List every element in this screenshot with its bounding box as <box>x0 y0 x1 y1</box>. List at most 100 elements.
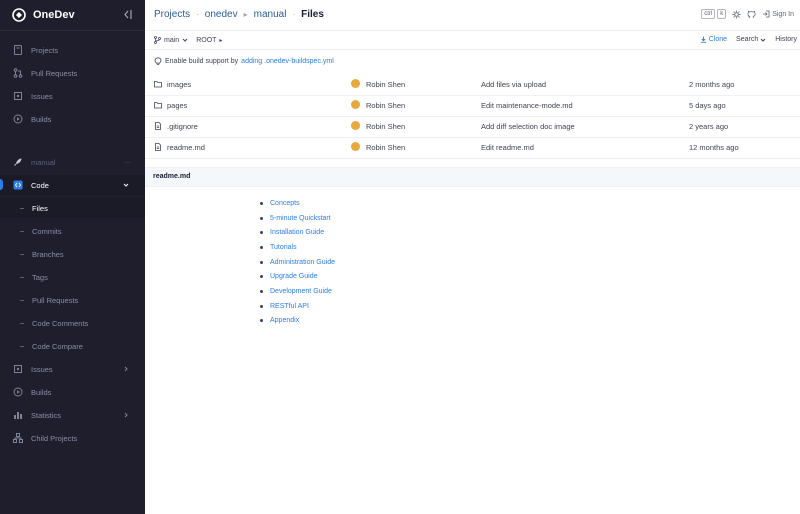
toolbar-right: Clone Search History <box>700 36 797 43</box>
readme-link[interactable]: Appendix <box>260 314 335 329</box>
breadcrumb-projects[interactable]: Projects <box>154 9 190 20</box>
sidebar-item-child-projects[interactable]: Child Projects <box>0 428 145 448</box>
sidebar-item-builds[interactable]: Builds <box>0 109 145 129</box>
file-name[interactable]: .gitignore <box>167 122 198 131</box>
sidebar-project-manual[interactable]: manual ... <box>0 152 145 172</box>
search-label: Search <box>736 36 759 43</box>
readme-link[interactable]: Upgrade Guide <box>260 269 335 284</box>
sidebar-item-label: Code Compare <box>32 341 83 351</box>
sidebar-item-statistics[interactable]: Statistics <box>0 405 145 425</box>
readme-link[interactable]: Development Guide <box>260 284 335 299</box>
commit-message[interactable]: Edit maintenance-mode.md <box>481 101 573 110</box>
sidebar-item-tags[interactable]: Tags <box>0 267 145 287</box>
sign-in-link[interactable]: Sign In <box>762 10 794 18</box>
commit-author: Robin Shen <box>366 101 406 110</box>
sidebar-item-label: Pull Requests <box>32 295 79 305</box>
readme-link[interactable]: 5-minute Quickstart <box>260 211 335 226</box>
readme-link[interactable]: Administration Guide <box>260 255 335 270</box>
sidebar-item-code-pull-requests[interactable]: Pull Requests <box>0 290 145 310</box>
add-buildspec-link[interactable]: adding .onedev-buildspec.yml <box>241 58 334 65</box>
search-dropdown[interactable]: Search <box>736 36 766 43</box>
file-name[interactable]: readme.md <box>167 143 205 152</box>
readme-title: readme.md <box>153 173 191 180</box>
issues-icon <box>14 92 22 100</box>
avatar <box>351 121 360 130</box>
project-more-icon[interactable]: ... <box>125 156 131 165</box>
sidebar-item-label: Issues <box>31 364 53 374</box>
sidebar-item-code[interactable]: Code <box>0 175 145 195</box>
projects-icon <box>14 45 22 55</box>
readme-link[interactable]: Installation Guide <box>260 225 335 240</box>
file-row[interactable]: readme.md Robin Shen Edit readme.md 12 m… <box>145 137 800 159</box>
file-row[interactable]: images Robin Shen Add files via upload 2… <box>145 74 800 96</box>
commit-message[interactable]: Add files via upload <box>481 80 546 89</box>
sidebar-item-code-comments[interactable]: Code Comments <box>0 313 145 333</box>
github-icon[interactable] <box>747 10 756 19</box>
page-title: Files <box>301 9 324 20</box>
sidebar-item-label: Statistics <box>31 410 62 420</box>
sidebar-item-label: Files <box>32 203 48 213</box>
breadcrumb-separator: · <box>196 10 199 19</box>
bullet <box>260 231 263 235</box>
readme-header: readme.md <box>145 167 800 187</box>
chevron-down-icon <box>182 38 188 42</box>
sub-item-dash <box>20 231 24 232</box>
breadcrumb-manual[interactable]: manual <box>254 9 287 20</box>
sidebar-item-project-issues[interactable]: Issues <box>0 359 145 379</box>
sidebar-item-label: Branches <box>32 249 64 259</box>
readme-link[interactable]: RESTful API <box>260 299 335 314</box>
sidebar-item-label: Code Comments <box>32 318 89 328</box>
commit-time: 12 months ago <box>689 143 739 152</box>
app-name: OneDev <box>33 9 75 21</box>
sidebar-item-label: Child Projects <box>31 433 78 443</box>
bullet <box>260 201 263 205</box>
sidebar-item-label: Code <box>31 180 49 190</box>
search-shortcut[interactable]: ctrl k <box>701 9 727 19</box>
readme-link[interactable]: Tutorials <box>260 240 335 255</box>
history-button[interactable]: History <box>775 36 797 43</box>
sidebar-item-issues[interactable]: Issues <box>0 86 145 106</box>
bullet <box>260 216 263 220</box>
readme-link-label: RESTful API <box>270 302 309 310</box>
toolbar-left: main ROOT ▸ <box>154 36 222 44</box>
sidebar-item-branches[interactable]: Branches <box>0 244 145 264</box>
commit-message[interactable]: Edit readme.md <box>481 143 534 152</box>
file-row[interactable]: .gitignore Robin Shen Add diff selection… <box>145 116 800 138</box>
file-name[interactable]: images <box>167 80 191 89</box>
brand[interactable]: OneDev <box>0 0 145 31</box>
file-row[interactable]: pages Robin Shen Edit maintenance-mode.m… <box>145 95 800 117</box>
sidebar-item-pull-requests[interactable]: Pull Requests <box>0 63 145 83</box>
bullet <box>260 289 263 293</box>
sub-item-dash <box>20 254 24 255</box>
path-root[interactable]: ROOT ▸ <box>196 37 222 44</box>
sidebar-project-label: manual <box>31 157 56 167</box>
sidebar-item-label: Projects <box>31 45 59 55</box>
chevron-right-icon <box>124 366 128 372</box>
readme-link[interactable]: Concepts <box>260 196 335 211</box>
builds-icon <box>13 114 23 124</box>
sidebar-item-files[interactable]: Files <box>0 198 145 218</box>
sub-item-dash <box>20 323 24 324</box>
commit-time: 2 years ago <box>689 122 729 131</box>
project-rocket-icon <box>14 158 22 166</box>
sidebar-item-label: Issues <box>31 91 53 101</box>
sub-item-dash <box>20 208 24 209</box>
sub-item-dash <box>20 300 24 301</box>
topbar: Projects · onedev ▸ manual · Files ctrl … <box>145 0 800 31</box>
commit-message[interactable]: Add diff selection doc image <box>481 122 575 131</box>
sidebar-item-code-compare[interactable]: Code Compare <box>0 336 145 356</box>
sidebar-item-project-builds[interactable]: Builds <box>0 382 145 402</box>
breadcrumb-onedev[interactable]: onedev <box>205 9 238 20</box>
file-name[interactable]: pages <box>167 101 187 110</box>
branch-selector[interactable]: main <box>154 36 188 44</box>
bullet <box>260 260 263 264</box>
clone-button[interactable]: Clone <box>700 36 727 43</box>
sidebar-item-projects[interactable]: Projects <box>0 40 145 60</box>
sidebar-item-commits[interactable]: Commits <box>0 221 145 241</box>
file-icon <box>155 143 161 151</box>
gear-icon[interactable] <box>732 9 741 19</box>
sign-in-icon <box>763 10 770 18</box>
child-projects-icon <box>13 433 23 443</box>
collapse-sidebar-icon[interactable] <box>122 9 133 20</box>
breadcrumb-separator: ▸ <box>243 10 248 19</box>
